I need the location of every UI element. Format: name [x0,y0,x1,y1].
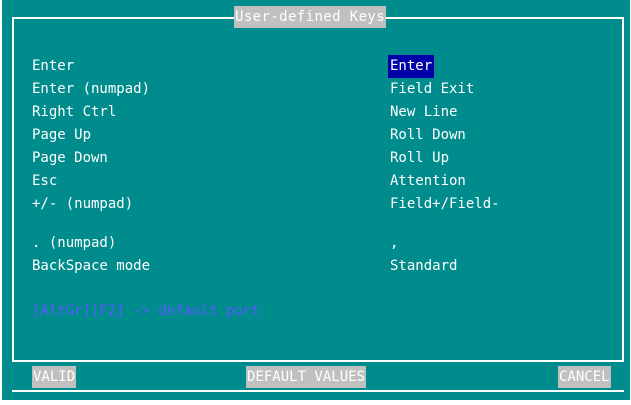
key-label: . (numpad) [32,235,117,251]
cancel-button[interactable]: CANCEL [558,366,611,388]
valid-button[interactable]: VALID [32,366,77,388]
key-row-right-ctrl: Right Ctrl New Line [32,101,592,124]
key-value-field[interactable]: , [390,232,398,255]
key-label: Enter [32,58,75,74]
key-value-field[interactable]: Field Exit [390,78,474,101]
key-label: Page Up [32,127,92,143]
key-row-plus-minus-numpad: +/- (numpad) Field+/Field- [32,193,592,216]
key-value-field[interactable]: Roll Up [390,147,449,170]
key-label: BackSpace mode [32,258,151,274]
key-row-page-up: Page Up Roll Down [32,124,592,147]
key-row-enter-numpad: Enter (numpad) Field Exit [32,78,592,101]
key-value-field[interactable]: Attention [390,170,466,193]
key-label: Esc [32,173,58,189]
key-row-backspace-mode: BackSpace mode Standard [32,255,592,278]
key-value-field[interactable]: Enter [388,55,435,78]
key-row-page-down: Page Down Roll Up [32,147,592,170]
dialog-title: User-defined Keys [234,6,387,28]
key-label: +/- (numpad) [32,196,134,212]
key-value-field[interactable]: Standard [390,255,457,278]
dialog-bottom-border [12,390,624,392]
key-row-esc: Esc Attention [32,170,592,193]
key-value-field[interactable]: Field+/Field- [390,193,500,216]
terminal-screen: User-defined Keys Enter Enter Enter (num… [2,0,630,400]
key-label: Right Ctrl [32,104,117,120]
key-row-dot-numpad: . (numpad) , [32,232,592,255]
key-label: Enter (numpad) [32,81,151,97]
key-label: Page Down [32,150,108,166]
key-value-field[interactable]: Roll Down [390,124,466,147]
key-row-enter: Enter Enter [32,55,592,78]
default-port-hint: [AltGr][F2] -> default port [32,303,260,319]
default-values-button[interactable]: DEFAULT VALUES [246,366,367,388]
key-value-field[interactable]: New Line [390,101,457,124]
